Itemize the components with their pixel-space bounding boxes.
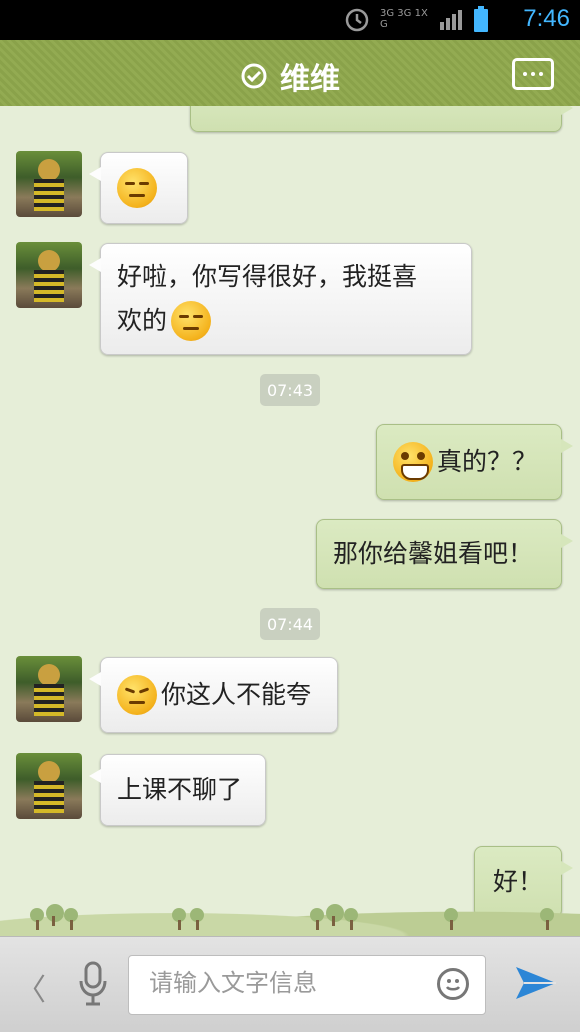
alarm-icon: [345, 8, 369, 32]
more-options-button[interactable]: [512, 58, 554, 90]
dot-icon: [539, 72, 543, 76]
smiling-face-icon: [171, 301, 212, 341]
timestamp: 07:44: [260, 608, 320, 640]
dot-icon: [523, 72, 527, 76]
dot-icon: [531, 72, 535, 76]
message-bubble[interactable]: 好啦，你写得很好，我挺喜 欢的: [89, 243, 472, 355]
message-bubble[interactable]: 你这人不能夸: [89, 657, 338, 733]
emoji-picker-icon[interactable]: [437, 968, 469, 1000]
message-text: 上课不聊了: [117, 775, 243, 804]
clock: 7:46: [523, 5, 570, 32]
tree-decoration: [444, 908, 458, 930]
contact-name: 维维: [280, 62, 340, 97]
squint-sweat-face-icon: [117, 168, 157, 208]
message-input[interactable]: [147, 968, 421, 998]
tree-decoration: [344, 908, 358, 930]
send-icon[interactable]: [514, 963, 558, 1003]
tree-decoration: [172, 908, 186, 930]
input-bar: 〈: [0, 936, 580, 1032]
signal-icon: [440, 10, 462, 30]
message-text: 真的？？: [437, 447, 538, 476]
message-bubble[interactable]: [89, 152, 188, 224]
tree-decoration: [64, 908, 78, 930]
angry-face-icon: [117, 675, 157, 715]
contact-avatar[interactable]: [16, 656, 82, 722]
back-chevron-icon[interactable]: 〈: [16, 965, 46, 1009]
tree-decoration: [540, 908, 554, 930]
tree-decoration: [190, 908, 204, 930]
tree-decoration: [326, 904, 344, 926]
contact-avatar[interactable]: [16, 151, 82, 217]
partial-message-bubble[interactable]: [190, 106, 573, 132]
message-bubble[interactable]: 那你给馨姐看吧！: [316, 519, 573, 589]
grinning-face-icon: [393, 442, 433, 482]
message-list[interactable]: 好啦，你写得很好，我挺喜 欢的 07:43 真的？？ 那你给馨姐看吧！ 07:4…: [0, 106, 580, 936]
verified-check-icon: [241, 63, 267, 89]
status-icons: 3G 3G 1X G: [344, 6, 488, 32]
message-text: 欢的: [117, 306, 168, 335]
network-label: 3G 3G 1X G: [380, 8, 428, 30]
message-bubble[interactable]: 真的？？: [376, 424, 573, 500]
battery-icon: [474, 6, 488, 32]
tree-decoration: [46, 904, 64, 926]
message-text: 好啦，你写得很好，我挺喜: [117, 262, 418, 291]
decorative-hills: [0, 896, 580, 936]
contact-avatar[interactable]: [16, 242, 82, 308]
status-bar: 3G 3G 1X G 7:46: [0, 0, 580, 40]
message-bubble[interactable]: 上课不聊了: [89, 754, 266, 826]
tree-decoration: [310, 908, 324, 930]
contact-avatar[interactable]: [16, 753, 82, 819]
microphone-icon[interactable]: [78, 961, 108, 1007]
timestamp: 07:43: [260, 374, 320, 406]
message-text: 那你给馨姐看吧！: [333, 539, 534, 568]
chat-header: 维维: [0, 40, 580, 112]
tree-decoration: [30, 908, 44, 930]
message-input-wrapper: [128, 955, 486, 1015]
message-text: 你这人不能夸: [161, 680, 312, 709]
